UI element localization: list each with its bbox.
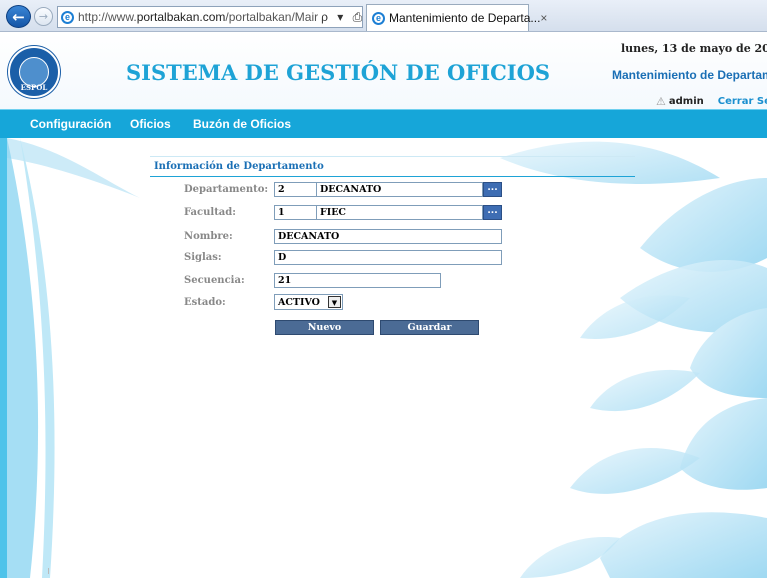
estado-label: Estado: <box>184 297 226 308</box>
user-info: ⚠ admin Cerrar Sesió <box>656 95 767 108</box>
secuencia-label: Secuencia: <box>184 275 245 286</box>
guardar-button[interactable]: Guardar <box>380 320 479 335</box>
background-leaves-decoration <box>7 138 767 578</box>
departamento-code-field[interactable]: 2 <box>274 182 317 197</box>
departamento-lookup-button[interactable]: ... <box>483 182 502 197</box>
address-bar-tools-icons[interactable]: ρ ▾ ⎙ ↻ ✕ <box>318 9 362 25</box>
site-header: ESPOL SISTEMA DE GESTIÓN DE OFICIOS lune… <box>0 32 767 109</box>
ie-page-icon: e <box>61 10 74 24</box>
section-top-divider <box>150 156 635 157</box>
facultad-name-field[interactable]: FIEC <box>316 205 483 220</box>
tab-close-icon[interactable]: × <box>540 11 547 25</box>
ie-tab-icon: e <box>372 11 385 25</box>
page-name: Mantenimiento de Departament <box>612 68 767 82</box>
browser-tab[interactable]: e Mantenimiento de Departa... × <box>366 4 547 31</box>
nombre-field[interactable]: DECANATO <box>274 229 502 244</box>
chevron-down-icon[interactable]: ▼ <box>328 296 341 308</box>
section-divider <box>150 176 635 177</box>
url-prefix: http://www. <box>78 10 137 24</box>
facultad-label: Facultad: <box>184 207 236 218</box>
site-title: SISTEMA DE GESTIÓN DE OFICIOS <box>126 60 551 85</box>
forward-arrow-icon[interactable]: → <box>34 7 53 26</box>
current-date: lunes, 13 de mayo de 201 <box>621 42 767 55</box>
logout-link[interactable]: Cerrar Sesió <box>718 96 767 107</box>
nuevo-button[interactable]: Nuevo <box>275 320 374 335</box>
user-icon: ⚠ <box>656 95 666 108</box>
menu-item-buzon[interactable]: Buzón de Oficios <box>193 117 291 131</box>
estado-selected-value: ACTIVO <box>278 296 320 308</box>
tab-title: Mantenimiento de Departa... <box>389 11 541 25</box>
estado-select[interactable]: ACTIVO ▼ <box>274 294 343 310</box>
facultad-lookup-button[interactable]: ... <box>483 205 502 220</box>
back-arrow-icon[interactable]: ← <box>6 5 31 28</box>
espol-logo: ESPOL <box>8 46 60 98</box>
secuencia-field[interactable]: 21 <box>274 273 441 288</box>
main-menu: Configuración Oficios Buzón de Oficios <box>0 109 767 138</box>
username: admin <box>668 96 704 107</box>
address-bar[interactable]: e http://www. portalbakan.com/portalbakan… <box>57 6 363 28</box>
page-edge-mark <box>48 568 49 574</box>
browser-toolbar: ← → e http://www. portalbakan.com/portalb… <box>0 0 767 32</box>
siglas-field[interactable]: D <box>274 250 502 265</box>
menu-item-oficios[interactable]: Oficios <box>130 117 171 131</box>
menu-item-configuracion[interactable]: Configuración <box>30 117 111 131</box>
facultad-code-field[interactable]: 1 <box>274 205 317 220</box>
nombre-label: Nombre: <box>184 231 233 242</box>
section-title: Información de Departamento <box>154 161 324 172</box>
url-path: /portalbakan/Mair <box>225 10 319 24</box>
logo-text: ESPOL <box>20 83 48 92</box>
left-accent-bar <box>0 138 7 578</box>
siglas-label: Siglas: <box>184 252 222 263</box>
browser-window: ← → e http://www. portalbakan.com/portalb… <box>0 0 767 578</box>
web-page: ESPOL SISTEMA DE GESTIÓN DE OFICIOS lune… <box>0 32 767 578</box>
departamento-label: Departamento: <box>184 184 269 195</box>
departamento-name-field[interactable]: DECANATO <box>316 182 483 197</box>
url-domain: portalbakan.com <box>136 10 226 24</box>
